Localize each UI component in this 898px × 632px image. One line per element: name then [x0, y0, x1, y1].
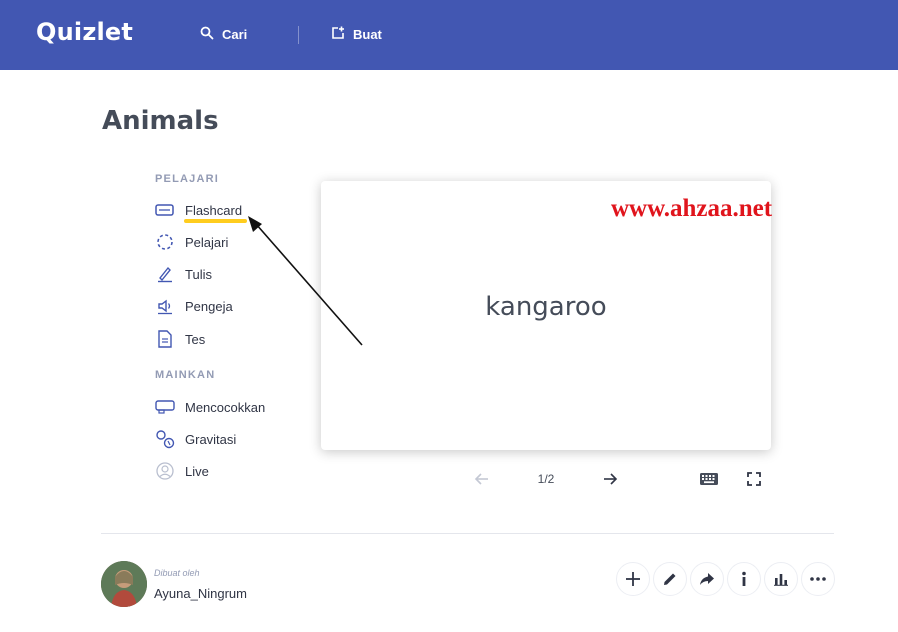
pencil-icon — [664, 573, 676, 585]
mode-label: Gravitasi — [185, 431, 237, 447]
mode-gravity[interactable]: Gravitasi — [155, 428, 236, 450]
next-card-button[interactable] — [600, 469, 620, 489]
flashcard-term: kangaroo — [485, 292, 607, 322]
match-icon — [155, 397, 175, 417]
arrow-left-icon — [474, 473, 488, 485]
search-button[interactable]: Cari — [200, 24, 247, 44]
bar-chart-icon — [774, 574, 788, 586]
study-section-label: PELAJARI — [155, 173, 219, 185]
more-icon — [810, 577, 826, 581]
write-icon — [155, 264, 175, 284]
mode-label: Pelajari — [185, 234, 229, 250]
play-section-label: MAINKAN — [155, 369, 216, 381]
plus-icon — [626, 572, 640, 586]
mode-label: Tes — [185, 331, 206, 347]
keyboard-shortcuts-button[interactable] — [698, 469, 720, 489]
info-icon — [742, 571, 746, 586]
quizlet-logo[interactable]: Quizlet — [36, 18, 133, 46]
share-button[interactable] — [690, 562, 724, 596]
creator-username[interactable]: Ayuna_Ningrum — [154, 586, 247, 601]
mode-label: Live — [185, 463, 209, 479]
mode-live[interactable]: Live — [155, 460, 209, 482]
arrow-right-icon — [604, 473, 618, 485]
fullscreen-icon — [747, 472, 761, 486]
mode-label: Tulis — [185, 266, 212, 282]
mode-match[interactable]: Mencocokkan — [155, 396, 265, 418]
previous-card-button[interactable] — [472, 469, 492, 489]
create-icon — [331, 26, 345, 43]
create-label: Buat — [353, 26, 382, 42]
test-icon — [155, 329, 175, 349]
more-options-button[interactable] — [801, 562, 835, 596]
page-title: Animals — [102, 106, 219, 136]
mode-label: Mencocokkan — [185, 399, 266, 415]
spell-icon — [155, 296, 175, 316]
search-icon — [200, 26, 214, 43]
watermark: www.ahzaa.net — [611, 195, 773, 222]
nav-divider — [298, 26, 299, 44]
info-button[interactable] — [727, 562, 761, 596]
live-icon — [155, 461, 175, 481]
mode-learn[interactable]: Pelajari — [155, 231, 228, 253]
card-counter: 1/2 — [537, 472, 555, 486]
mode-write[interactable]: Tulis — [155, 263, 212, 285]
share-icon — [700, 573, 714, 585]
gravity-icon — [155, 429, 175, 449]
learn-icon — [155, 232, 175, 252]
add-to-folder-button[interactable] — [616, 562, 650, 596]
statistics-button[interactable] — [764, 562, 798, 596]
mode-label: Flashcard — [185, 202, 243, 218]
mode-flashcard[interactable]: Flashcard — [155, 199, 242, 221]
section-divider — [101, 533, 834, 534]
create-button[interactable]: Buat — [331, 24, 382, 44]
search-label: Cari — [222, 26, 248, 42]
flashcard-icon — [155, 200, 175, 220]
mode-spell[interactable]: Pengeja — [155, 295, 233, 317]
active-mode-indicator — [184, 219, 247, 223]
fullscreen-button[interactable] — [744, 469, 764, 489]
top-bar: Quizlet Cari Buat — [0, 0, 898, 70]
mode-test[interactable]: Tes — [155, 328, 205, 350]
keyboard-icon — [700, 473, 718, 485]
avatar[interactable] — [101, 561, 147, 607]
edit-button[interactable] — [653, 562, 687, 596]
created-by-label: Dibuat oleh — [154, 568, 200, 578]
mode-label: Pengeja — [185, 298, 233, 314]
